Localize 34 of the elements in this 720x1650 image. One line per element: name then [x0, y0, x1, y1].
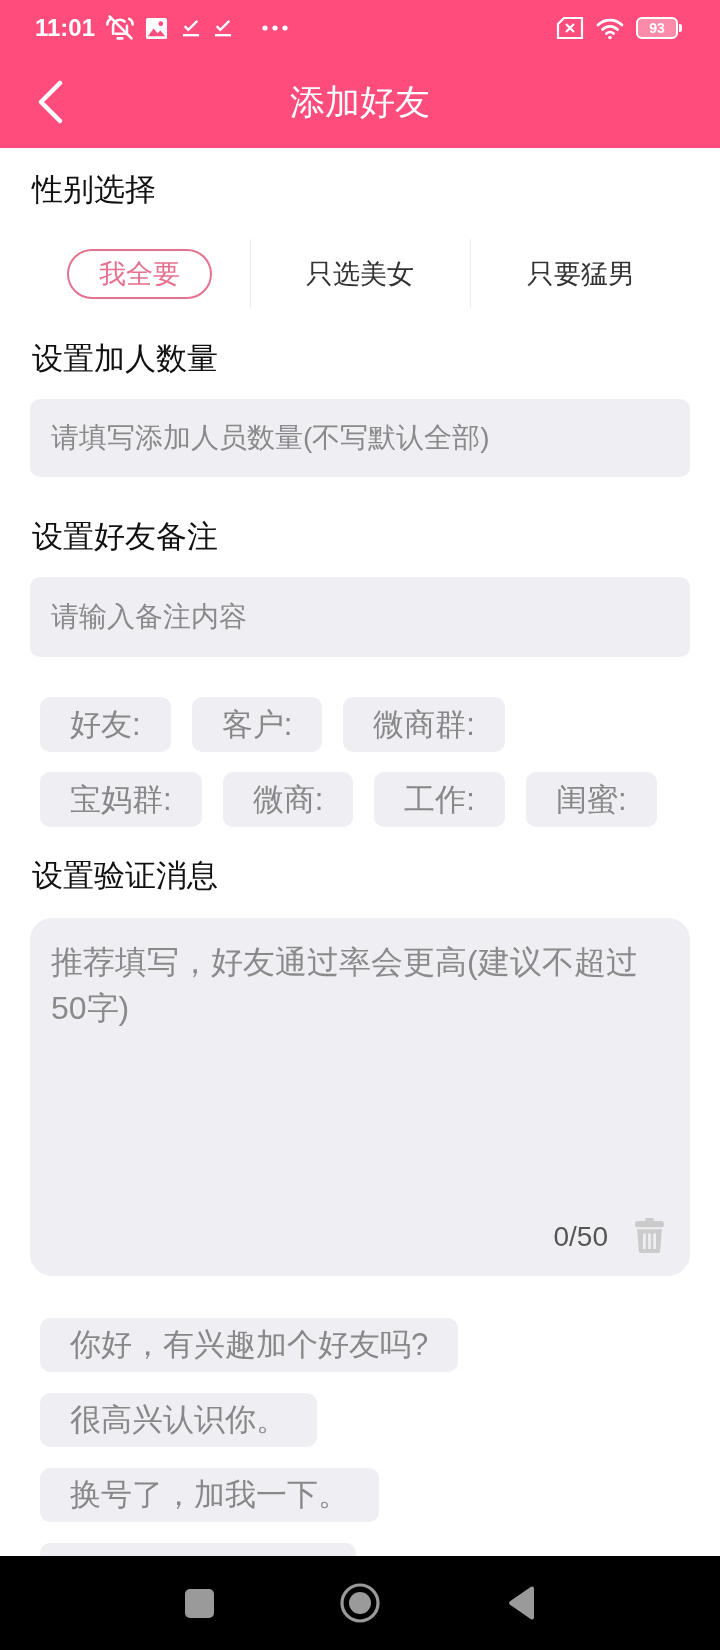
back-icon[interactable]	[37, 80, 63, 124]
count-field[interactable]: 请填写添加人员数量(不写默认全部)	[30, 399, 690, 477]
wifi-icon	[595, 16, 625, 40]
suggestion-chip[interactable]: 换号了，加我一下。	[40, 1468, 379, 1522]
char-counter: 0/50	[553, 1220, 608, 1254]
status-time: 11:01	[35, 13, 96, 43]
battery-indicator: 93	[636, 17, 682, 39]
square-icon[interactable]	[184, 1588, 214, 1618]
section-label: 设置加人数量	[31, 340, 218, 378]
sim-disabled-icon	[556, 16, 584, 40]
remark-tag[interactable]: 客户:	[191, 697, 323, 752]
gender-option[interactable]: 只选美女	[274, 248, 447, 299]
remark-tag[interactable]: 微商群:	[343, 697, 505, 752]
page-title: 添加好友	[290, 81, 430, 123]
remark-tag[interactable]: 工作:	[374, 772, 505, 827]
gender-option[interactable]: 我全要	[66, 248, 212, 299]
checkmark-icon	[214, 19, 233, 37]
section-label: 设置验证消息	[31, 857, 218, 895]
muted-bell-icon	[105, 13, 136, 43]
suggestion-chip[interactable]: 很高兴认识你。	[40, 1393, 317, 1447]
more-notifications-icon	[262, 25, 289, 31]
remark-tag[interactable]: 好友:	[40, 697, 171, 752]
gender-option[interactable]: 只要猛男	[495, 248, 668, 299]
remark-tag[interactable]: 闺蜜:	[525, 772, 657, 827]
remark-field[interactable]: 请输入备注内容	[30, 577, 690, 657]
home-icon[interactable]	[339, 1583, 380, 1623]
remark-tag[interactable]: 宝妈群:	[40, 772, 202, 827]
remark-tag[interactable]: 微商:	[222, 772, 354, 827]
section-label: 设置好友备注	[31, 518, 218, 556]
image-icon	[145, 16, 169, 40]
suggestion-chip[interactable]: 你好，有兴趣加个好友吗?	[40, 1318, 459, 1372]
back-icon[interactable]	[507, 1586, 536, 1620]
checkmark-icon	[182, 19, 201, 37]
section-label: 性别选择	[30, 171, 156, 209]
